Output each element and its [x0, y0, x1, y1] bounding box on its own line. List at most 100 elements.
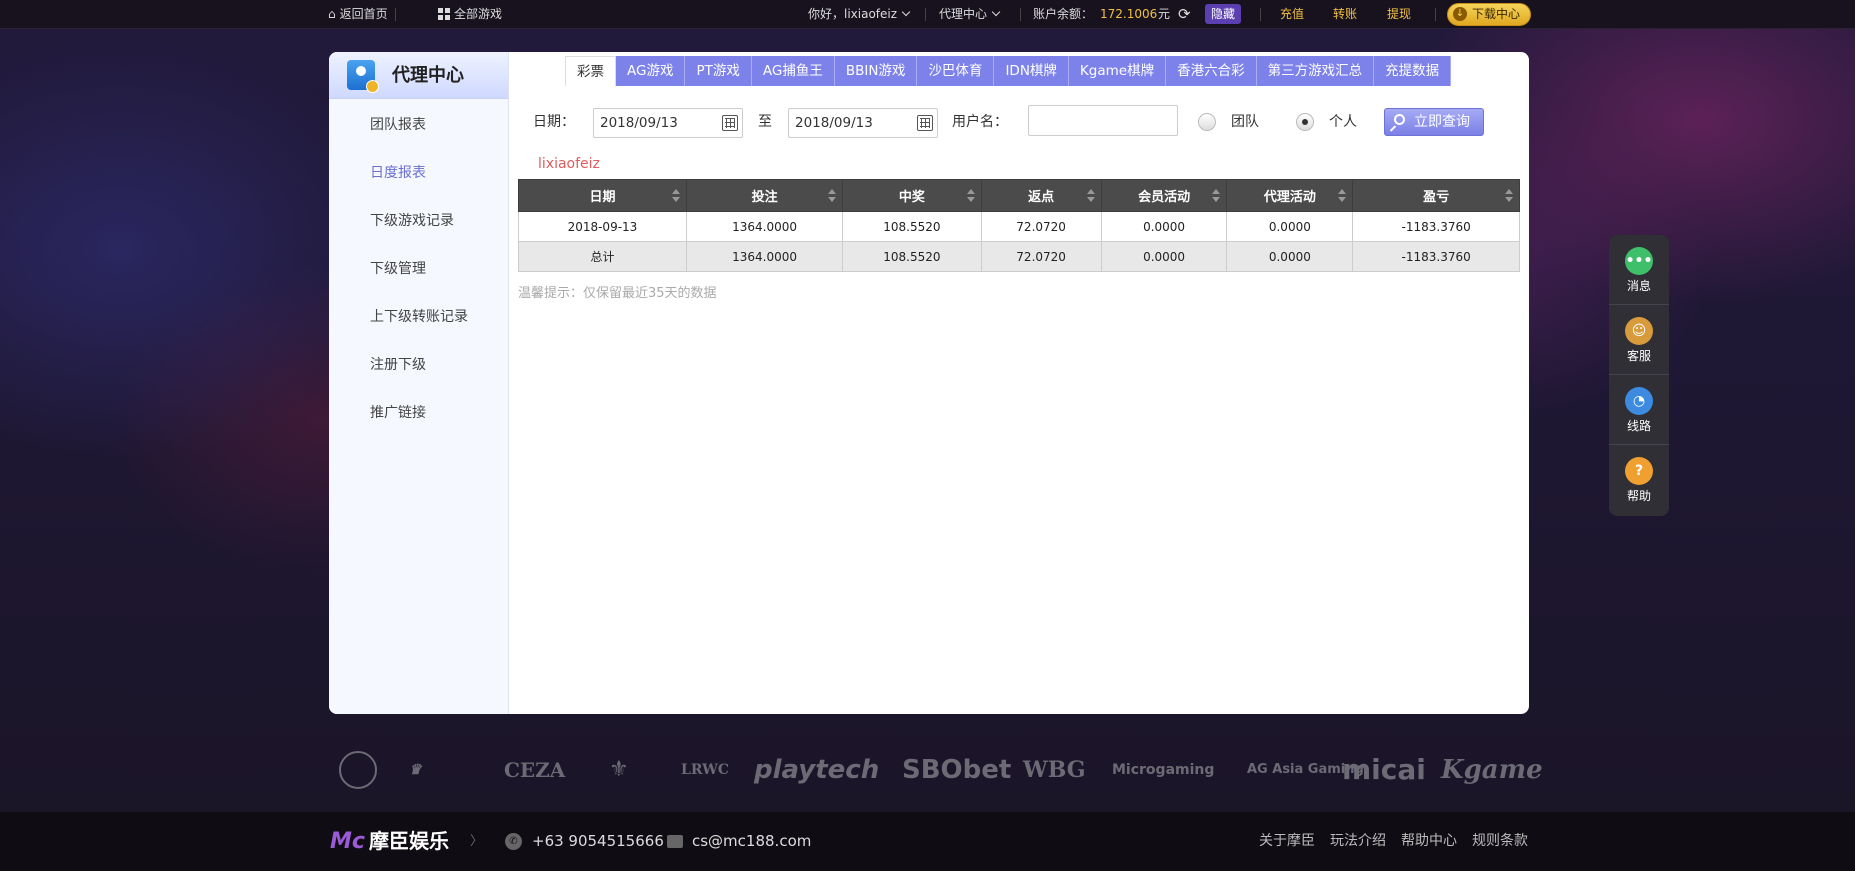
table-cell: 1364.0000: [685, 211, 844, 242]
date-to-value: 2018/09/13: [795, 115, 873, 131]
float-item-label: 客服: [1626, 349, 1651, 363]
column-header-member-activity[interactable]: 会员活动: [1100, 179, 1228, 212]
download-label: 下载中心: [1472, 7, 1521, 21]
brand-name: 摩臣娱乐: [369, 829, 449, 853]
search-icon: [1394, 114, 1405, 125]
tab-hk-mark-six[interactable]: 香港六合彩: [1166, 56, 1257, 86]
withdraw-link[interactable]: 提现: [1387, 0, 1411, 29]
footer-link-how-to-play[interactable]: 玩法介绍: [1330, 812, 1386, 871]
tab-ag-fishing[interactable]: AG捕鱼王: [751, 56, 835, 86]
partner-logo-micai: micai: [1342, 753, 1426, 786]
column-header-label: 日期: [589, 190, 616, 205]
table-cell: 2018-09-13: [518, 211, 687, 242]
column-header-date[interactable]: 日期: [518, 179, 687, 212]
user-greeting-dropdown[interactable]: 你好，lixiaofeiz: [808, 0, 911, 29]
agent-center-panel: 代理中心 团队报表 日度报表 下级游戏记录 下级管理 上下级转账记录 注册下级 …: [329, 52, 1529, 714]
float-item-line[interactable]: ◔ 线路: [1609, 375, 1669, 445]
divider: [1020, 8, 1021, 21]
footer-link-help-center[interactable]: 帮助中心: [1401, 812, 1457, 871]
sidebar-item-subordinate-management[interactable]: 下级管理: [329, 245, 508, 293]
agent-center-dropdown[interactable]: 代理中心: [939, 0, 1001, 29]
sidebar: 代理中心 团队报表 日度报表 下级游戏记录 下级管理 上下级转账记录 注册下级 …: [329, 52, 509, 714]
download-icon: ↓: [1453, 7, 1467, 21]
table-row: 2018-09-13 1364.0000 108.5520 72.0720 0.…: [518, 211, 1520, 242]
deposit-link[interactable]: 充值: [1280, 0, 1304, 29]
column-header-win[interactable]: 中奖: [842, 179, 982, 212]
date-label: 日期：: [533, 114, 575, 130]
all-games-label: 全部游戏: [454, 7, 503, 21]
home-link[interactable]: ⌂ 返回首页: [328, 0, 388, 29]
game-tabs: 彩票 AG游戏 PT游戏 AG捕鱼王 BBIN游戏 沙巴体育 IDN棋牌 Kga…: [565, 56, 1452, 86]
sidebar-item-team-report[interactable]: 团队报表: [329, 101, 508, 149]
column-header-rebate[interactable]: 返点: [980, 179, 1102, 212]
tab-third-party-summary[interactable]: 第三方游戏汇总: [1256, 56, 1375, 86]
calendar-icon[interactable]: [722, 115, 738, 131]
transfer-link[interactable]: 转账: [1333, 0, 1357, 29]
tab-deposit-withdraw-data[interactable]: 充提数据: [1374, 56, 1452, 86]
column-header-label: 会员活动: [1138, 190, 1191, 205]
date-from-input[interactable]: 2018/09/13: [593, 108, 743, 138]
column-header-profit-loss[interactable]: 盈亏: [1352, 179, 1520, 212]
float-item-customer-service[interactable]: ☺ 客服: [1609, 305, 1669, 375]
tab-ag-games[interactable]: AG游戏: [616, 56, 686, 86]
float-item-label: 消息: [1626, 279, 1651, 293]
sort-icon: [966, 189, 975, 203]
filter-bar: 日期： 2018/09/13 至 2018/09/13 用户名： 团队 个人 立…: [509, 104, 1529, 140]
tab-pt-games[interactable]: PT游戏: [685, 56, 752, 86]
footer-email[interactable]: cs@mc188.com: [692, 812, 811, 871]
all-games-link[interactable]: 全部游戏: [438, 0, 502, 29]
help-icon: ?: [1625, 457, 1653, 485]
calendar-icon[interactable]: [917, 115, 933, 131]
date-to-input[interactable]: 2018/09/13: [788, 108, 938, 138]
home-icon: ⌂: [328, 7, 336, 21]
download-center-button[interactable]: ↓ 下载中心: [1447, 3, 1532, 26]
table-cell: 0.0000: [1100, 211, 1228, 242]
divider: [1435, 8, 1436, 21]
query-button[interactable]: 立即查询: [1384, 108, 1484, 136]
self-radio[interactable]: [1296, 113, 1314, 131]
column-header-label: 中奖: [898, 190, 925, 205]
table-cell: -1183.3760: [1352, 241, 1520, 272]
refresh-icon[interactable]: ⟳: [1178, 0, 1191, 29]
partner-logo-playtech: playtech: [754, 755, 880, 785]
divider: [395, 8, 396, 21]
top-bar: ⌂ 返回首页 全部游戏 你好，lixiaofeiz 代理中心 账户余额： 172.…: [0, 0, 1855, 29]
speedometer-icon: ◔: [1625, 387, 1653, 415]
column-header-label: 代理活动: [1263, 190, 1316, 205]
float-item-message[interactable]: ••• 消息: [1609, 235, 1669, 305]
table-total-row: 总计 1364.0000 108.5520 72.0720 0.0000 0.0…: [518, 241, 1520, 272]
partner-logo-kgame: Kgame: [1441, 755, 1543, 785]
table-cell: 总计: [518, 241, 687, 272]
sidebar-item-subordinate-game-records[interactable]: 下级游戏记录: [329, 197, 508, 245]
float-item-help[interactable]: ? 帮助: [1609, 445, 1669, 515]
sort-icon: [1212, 189, 1221, 203]
tab-lottery[interactable]: 彩票: [565, 56, 616, 86]
column-header-agent-activity[interactable]: 代理活动: [1226, 179, 1354, 212]
tab-bbin-games[interactable]: BBIN游戏: [834, 56, 918, 86]
divider: [1260, 8, 1261, 21]
hide-balance-button[interactable]: 隐藏: [1205, 4, 1242, 24]
sidebar-item-register-subordinate[interactable]: 注册下级: [329, 341, 508, 389]
sidebar-item-promotion-link[interactable]: 推广链接: [329, 389, 508, 437]
footer-divider: 〉: [470, 834, 484, 849]
tab-kgame-poker[interactable]: Kgame棋牌: [1068, 56, 1167, 86]
daily-report-table: 日期 投注 中奖 返点 会员活动 代理活动 盈亏 2018-09-13 1364…: [518, 179, 1520, 272]
column-header-bet[interactable]: 投注: [685, 179, 844, 212]
footer-link-terms[interactable]: 规则条款: [1472, 812, 1528, 871]
username-input[interactable]: [1028, 105, 1178, 136]
agent-profile-icon: [347, 60, 379, 93]
sidebar-item-transfer-records[interactable]: 上下级转账记录: [329, 293, 508, 341]
brand-logo[interactable]: Mc: [330, 812, 365, 871]
partner-logo-wbg: WBG: [1023, 757, 1086, 783]
sidebar-item-daily-report[interactable]: 日度报表: [329, 149, 508, 197]
tab-idn-poker[interactable]: IDN棋牌: [994, 56, 1069, 86]
table-cell: 108.5520: [842, 211, 982, 242]
team-radio[interactable]: [1198, 113, 1216, 131]
data-retention-tip: 温馨提示：仅保留最近35天的数据: [518, 286, 717, 301]
chevron-down-icon: [991, 7, 1001, 17]
tab-saba-sports[interactable]: 沙巴体育: [917, 56, 995, 86]
footer: Mc 摩臣娱乐 〉 ✆ +63 9054515666 cs@mc188.com …: [0, 812, 1855, 871]
partner-crest-logo: ♛: [409, 762, 422, 778]
to-label: 至: [758, 114, 772, 130]
footer-link-about[interactable]: 关于摩臣: [1259, 812, 1315, 871]
